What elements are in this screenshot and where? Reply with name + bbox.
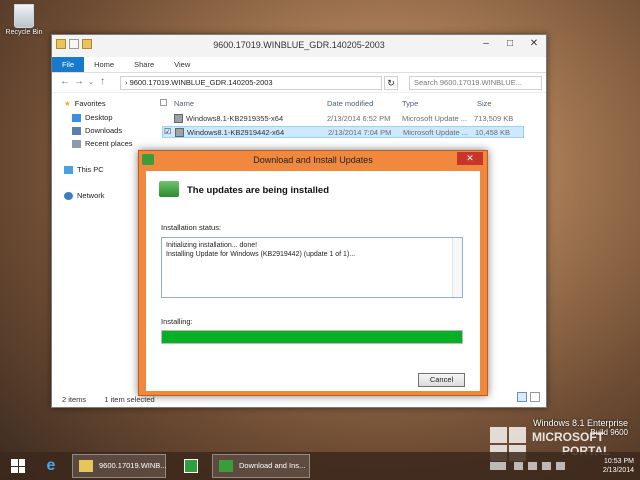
install-updates-dialog: Download and Install Updates ✕ The updat… bbox=[138, 150, 488, 396]
window-title: 9600.17019.WINBLUE_GDR.140205-2003 bbox=[213, 40, 385, 50]
file-date: 2/13/2014 6:52 PM bbox=[327, 114, 391, 123]
downloads-icon bbox=[72, 126, 81, 135]
tab-file[interactable]: File bbox=[52, 57, 85, 72]
checkbox-checked-icon[interactable]: ☑ bbox=[164, 127, 171, 136]
start-button[interactable] bbox=[6, 454, 30, 478]
edition-text: Windows 8.1 Enterprise bbox=[532, 418, 628, 428]
recent-places-icon bbox=[72, 139, 81, 148]
store-icon bbox=[184, 459, 198, 473]
folder-icon bbox=[79, 460, 93, 472]
update-file-icon bbox=[174, 114, 183, 123]
nav-network[interactable]: Network bbox=[64, 191, 105, 200]
internet-explorer-icon[interactable]: e bbox=[40, 454, 62, 478]
dialog-header: The updates are being installed bbox=[146, 171, 480, 211]
item-count: 2 items bbox=[62, 395, 87, 404]
window-controls: – □ ✕ bbox=[474, 35, 546, 53]
maximize-button[interactable]: □ bbox=[498, 35, 522, 53]
search-input[interactable]: Search 9600.17019.WINBLUE... bbox=[409, 76, 542, 90]
update-file-icon bbox=[175, 128, 184, 137]
title-bar[interactable]: 9600.17019.WINBLUE_GDR.140205-2003 – □ ✕ bbox=[52, 35, 546, 57]
tab-view[interactable]: View bbox=[164, 57, 200, 72]
log-line: Initializing installation... done! bbox=[166, 242, 258, 249]
log-line: Installing Update for Windows (KB2919442… bbox=[166, 251, 356, 258]
nav-downloads[interactable]: Downloads bbox=[72, 126, 122, 135]
nav-this-pc[interactable]: This PC bbox=[64, 165, 104, 174]
large-icons-view-icon[interactable] bbox=[530, 392, 540, 402]
system-tray: 10:53 PM 2/13/2014 bbox=[488, 454, 638, 478]
installation-log[interactable]: Initializing installation... done! Insta… bbox=[161, 237, 463, 298]
trash-icon bbox=[14, 4, 34, 28]
minimize-button[interactable]: – bbox=[474, 35, 498, 53]
address-field[interactable]: › 9600.17019.WINBLUE_GDR.140205-2003 bbox=[120, 76, 382, 90]
clock-time: 10:53 PM bbox=[604, 458, 634, 465]
taskbar-explorer-button[interactable]: 9600.17019.WINB... bbox=[72, 454, 167, 478]
tab-home[interactable]: Home bbox=[84, 57, 124, 72]
file-size: 713,509 KB bbox=[474, 114, 514, 123]
selection-count: 1 item selected bbox=[104, 395, 155, 404]
file-name: Windows8.1-KB2919355-x64 bbox=[186, 114, 284, 123]
file-type: Microsoft Update ... bbox=[402, 114, 468, 123]
up-arrow-icon[interactable]: ↑ bbox=[100, 76, 105, 87]
address-bar-row: ← → ⌄ ↑ › 9600.17019.WINBLUE_GDR.140205-… bbox=[52, 73, 546, 93]
column-date-modified[interactable]: Date modified bbox=[327, 99, 373, 108]
log-scrollbar[interactable] bbox=[452, 238, 462, 297]
recent-locations-icon[interactable]: ⌄ bbox=[88, 78, 94, 86]
star-icon: ★ bbox=[64, 99, 71, 108]
navigation-pane: ★ Favorites Desktop Downloads Recent plac… bbox=[52, 93, 150, 393]
dialog-title: Download and Install Updates bbox=[253, 155, 373, 165]
recycle-bin-label: Recycle Bin bbox=[5, 29, 43, 36]
tab-share[interactable]: Share bbox=[124, 57, 164, 72]
file-type: Microsoft Update ... bbox=[403, 128, 469, 137]
back-arrow-icon[interactable]: ← bbox=[60, 76, 70, 87]
store-button[interactable] bbox=[178, 454, 204, 478]
install-updates-icon bbox=[159, 181, 179, 197]
file-name: Windows8.1-KB2919442-x64 bbox=[187, 128, 285, 137]
view-switcher bbox=[517, 392, 540, 402]
nav-desktop[interactable]: Desktop bbox=[72, 113, 113, 122]
refresh-icon[interactable]: ↻ bbox=[384, 76, 398, 90]
keyboard-icon[interactable] bbox=[490, 462, 506, 470]
network-icon[interactable] bbox=[528, 462, 537, 470]
select-all-checkbox[interactable] bbox=[160, 99, 167, 106]
file-size: 10,458 KB bbox=[475, 128, 511, 137]
windows-logo-icon bbox=[11, 459, 25, 473]
volume-icon[interactable] bbox=[542, 462, 551, 470]
column-type[interactable]: Type bbox=[402, 99, 418, 108]
dialog-close-button[interactable]: ✕ bbox=[457, 152, 483, 165]
dialog-body: The updates are being installed Installa… bbox=[146, 171, 480, 391]
status-bar: 2 items 1 item selected bbox=[62, 395, 155, 404]
update-app-icon bbox=[219, 460, 233, 472]
progress-fill bbox=[162, 331, 462, 343]
taskbar: e 9600.17019.WINB... Download and Ins...… bbox=[0, 452, 640, 480]
network-icon bbox=[64, 191, 73, 200]
input-language-icon[interactable] bbox=[556, 462, 565, 470]
close-button[interactable]: ✕ bbox=[522, 35, 546, 53]
cancel-button[interactable]: Cancel bbox=[418, 373, 465, 387]
file-row[interactable]: Windows8.1-KB2919355-x64 2/13/2014 6:52 … bbox=[162, 113, 524, 125]
nav-recent-places[interactable]: Recent places bbox=[72, 139, 133, 148]
install-progress-bar bbox=[161, 330, 463, 344]
file-row-selected[interactable]: ☑ Windows8.1-KB2919442-x64 2/13/2014 7:0… bbox=[162, 126, 524, 138]
taskbar-update-dialog-button[interactable]: Download and Ins... bbox=[212, 454, 310, 478]
recycle-bin-icon[interactable]: Recycle Bin bbox=[2, 2, 46, 36]
dialog-title-bar[interactable]: Download and Install Updates ✕ bbox=[139, 151, 487, 169]
flag-icon[interactable] bbox=[514, 462, 523, 470]
forward-arrow-icon[interactable]: → bbox=[74, 76, 84, 87]
file-date: 2/13/2014 7:04 PM bbox=[328, 128, 392, 137]
computer-icon bbox=[64, 165, 73, 174]
clock[interactable]: 10:53 PM 2/13/2014 bbox=[603, 457, 634, 475]
clock-date: 2/13/2014 bbox=[602, 467, 634, 474]
ribbon-tabs: File Home Share View bbox=[52, 57, 546, 73]
desktop-icon bbox=[72, 113, 81, 122]
column-size[interactable]: Size bbox=[477, 99, 492, 108]
nav-favorites[interactable]: ★ Favorites bbox=[64, 99, 106, 108]
installation-status-label: Installation status: bbox=[161, 223, 222, 232]
column-name[interactable]: Name bbox=[174, 99, 194, 108]
dialog-heading: The updates are being installed bbox=[187, 185, 330, 196]
installing-label: Installing: bbox=[161, 317, 193, 326]
details-view-icon[interactable] bbox=[517, 392, 527, 402]
